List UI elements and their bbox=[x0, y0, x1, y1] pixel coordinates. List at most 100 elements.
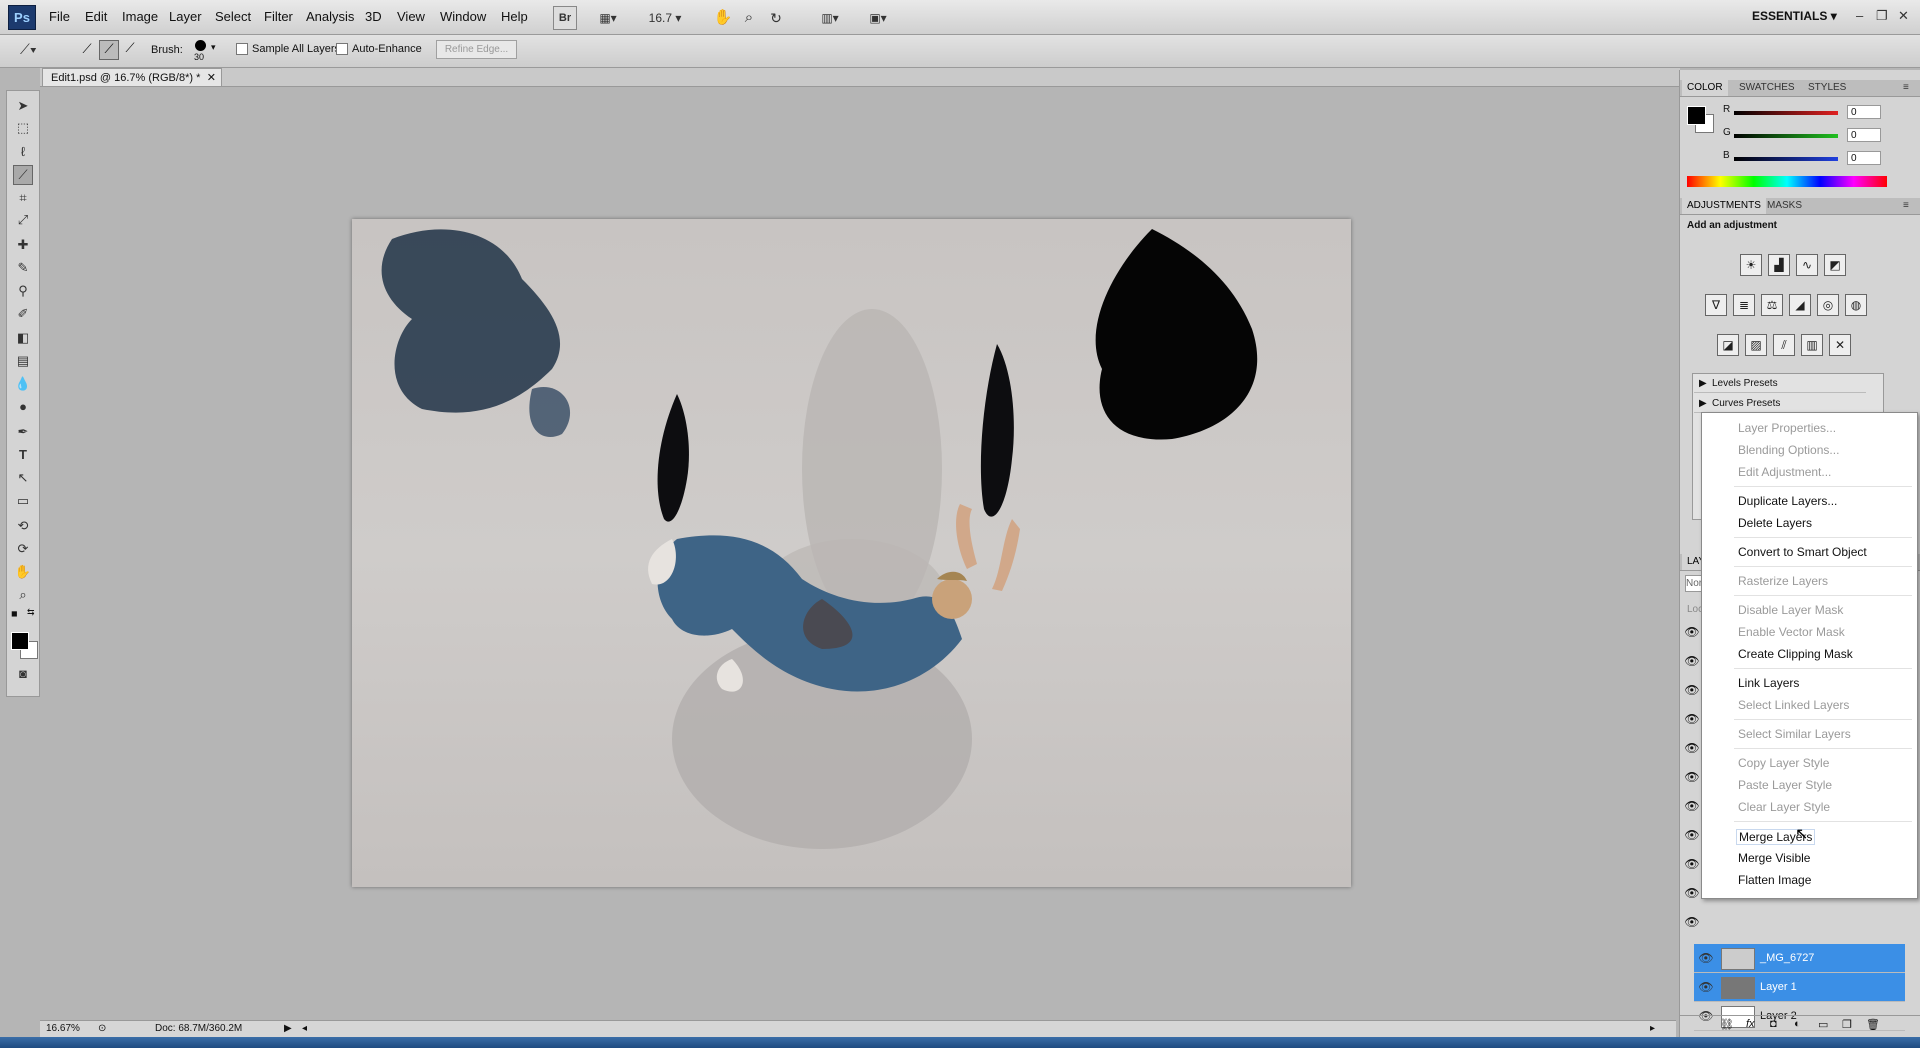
fx-icon[interactable]: fx bbox=[1746, 1018, 1755, 1030]
menu-layer[interactable]: Layer bbox=[169, 9, 202, 24]
new-selection-button[interactable]: ⟋ bbox=[77, 40, 97, 60]
tab-swatches[interactable]: SWATCHES bbox=[1734, 80, 1800, 96]
curves-presets-row[interactable]: ▶ Curves Presets bbox=[1694, 394, 1866, 413]
3d-orbit-icon[interactable]: ⟳ bbox=[14, 540, 32, 558]
color-foreground-swatch[interactable] bbox=[1687, 106, 1706, 125]
gradient-tool-icon[interactable]: ▤ bbox=[14, 352, 32, 370]
levels-presets-row[interactable]: ▶ Levels Presets bbox=[1694, 374, 1866, 393]
menu-analysis[interactable]: Analysis bbox=[306, 9, 354, 24]
eyedropper-tool-icon[interactable]: ⤢ bbox=[14, 211, 32, 229]
brush-tool-icon[interactable]: ✎ bbox=[14, 259, 32, 277]
levels-icon[interactable]: ▟ bbox=[1768, 254, 1790, 276]
subtract-selection-button[interactable]: ⟋ bbox=[121, 40, 139, 58]
restore-icon[interactable]: ❐ bbox=[1876, 8, 1888, 24]
hand-tool-icon[interactable]: ✋ bbox=[14, 563, 32, 581]
refine-edge-button[interactable]: Refine Edge... bbox=[436, 40, 517, 59]
posterize-icon[interactable]: ▨ bbox=[1745, 334, 1767, 356]
eye-icon[interactable]: 👁 bbox=[1682, 625, 1702, 639]
eraser-tool-icon[interactable]: ◧ bbox=[14, 329, 32, 347]
layer-row-layer-1[interactable]: 👁 Layer 1 bbox=[1694, 973, 1905, 1002]
eye-icon[interactable]: 👁 bbox=[1682, 828, 1702, 842]
menu-view[interactable]: View bbox=[397, 9, 425, 24]
panel-menu-icon[interactable]: ≡ bbox=[1898, 198, 1914, 214]
type-tool-icon[interactable]: T bbox=[14, 446, 32, 464]
zoom-level-dropdown[interactable]: 16.7 ▾ bbox=[640, 6, 690, 30]
quick-mask-icon[interactable]: ◙ bbox=[14, 665, 32, 683]
panel-menu-icon[interactable]: ≡ bbox=[1898, 80, 1914, 96]
eye-icon[interactable]: 👁 bbox=[1682, 770, 1702, 784]
tab-color[interactable]: COLOR bbox=[1682, 80, 1728, 96]
move-tool-icon[interactable]: ➤ bbox=[14, 97, 32, 115]
menu-item-create-clipping-mask[interactable]: Create Clipping Mask bbox=[1738, 647, 1853, 661]
workspace-switcher[interactable]: ESSENTIALS ▾ bbox=[1752, 9, 1837, 23]
menu-3d[interactable]: 3D bbox=[365, 9, 382, 24]
invert-icon[interactable]: ◪ bbox=[1717, 334, 1739, 356]
menu-window[interactable]: Window bbox=[440, 9, 486, 24]
vibrance-icon[interactable]: ∇ bbox=[1705, 294, 1727, 316]
menu-help[interactable]: Help bbox=[501, 9, 528, 24]
document-canvas[interactable] bbox=[352, 219, 1351, 887]
dodge-tool-icon[interactable]: ● bbox=[14, 398, 32, 416]
menu-item-delete-layers[interactable]: Delete Layers bbox=[1738, 516, 1812, 530]
healing-brush-icon[interactable]: ✚ bbox=[14, 236, 32, 254]
eye-icon[interactable]: 👁 bbox=[1682, 799, 1702, 813]
tab-styles[interactable]: STYLES bbox=[1803, 80, 1851, 96]
menu-select[interactable]: Select bbox=[215, 9, 251, 24]
auto-enhance-checkbox[interactable]: Auto-Enhance bbox=[336, 43, 422, 56]
menu-file[interactable]: File bbox=[49, 9, 70, 24]
blue-slider[interactable] bbox=[1734, 157, 1838, 161]
menu-image[interactable]: Image bbox=[122, 9, 158, 24]
eye-icon[interactable]: 👁 bbox=[1682, 683, 1702, 697]
marquee-tool-icon[interactable]: ⬚ bbox=[14, 119, 32, 137]
eye-icon[interactable]: 👁 bbox=[1682, 712, 1702, 726]
hand-tool-button[interactable]: ✋ bbox=[712, 6, 734, 30]
color-balance-icon[interactable]: ⚖ bbox=[1761, 294, 1783, 316]
zoom-tool-icon[interactable]: ⌕ bbox=[14, 586, 32, 604]
threshold-icon[interactable]: ⫽ bbox=[1773, 334, 1795, 356]
view-extras-button[interactable]: ▦▾ bbox=[589, 6, 627, 30]
close-tab-icon[interactable]: ✕ bbox=[207, 69, 216, 87]
menu-edit[interactable]: Edit bbox=[85, 9, 107, 24]
brush-picker[interactable]: 30 ▾ bbox=[191, 38, 217, 64]
eye-icon[interactable]: 👁 bbox=[1682, 741, 1702, 755]
lasso-tool-icon[interactable]: ℓ bbox=[14, 143, 32, 161]
scroll-right-icon[interactable]: ▸ bbox=[1650, 1021, 1655, 1037]
screen-mode-button[interactable]: ▣▾ bbox=[860, 6, 896, 30]
new-adjustment-icon[interactable]: ◐ bbox=[1794, 1018, 1801, 1030]
selective-color-icon[interactable]: ✕ bbox=[1829, 334, 1851, 356]
new-layer-icon[interactable]: ❐ bbox=[1842, 1018, 1852, 1031]
menu-filter[interactable]: Filter bbox=[264, 9, 293, 24]
red-value-input[interactable]: 0 bbox=[1847, 105, 1881, 119]
menu-item-merge-visible[interactable]: Merge Visible bbox=[1738, 851, 1810, 865]
close-icon[interactable]: ✕ bbox=[1898, 8, 1909, 24]
hue-saturation-icon[interactable]: ≣ bbox=[1733, 294, 1755, 316]
blue-value-input[interactable]: 0 bbox=[1847, 151, 1881, 165]
eye-icon[interactable]: 👁 bbox=[1682, 654, 1702, 668]
menu-item-link-layers[interactable]: Link Layers bbox=[1738, 676, 1799, 690]
rotate-view-button[interactable]: ↻ bbox=[765, 6, 787, 30]
eye-icon[interactable]: 👁 bbox=[1682, 915, 1702, 929]
menu-item-flatten-image[interactable]: Flatten Image bbox=[1738, 873, 1811, 887]
add-to-selection-button[interactable]: ⟋ bbox=[99, 40, 119, 60]
minimize-icon[interactable]: – bbox=[1856, 8, 1863, 23]
tab-adjustments[interactable]: ADJUSTMENTS bbox=[1682, 198, 1766, 214]
link-layers-icon[interactable]: ⛓ bbox=[1720, 1018, 1734, 1031]
green-slider[interactable] bbox=[1734, 134, 1838, 138]
add-mask-icon[interactable]: ◘ bbox=[1770, 1018, 1777, 1030]
menu-item-convert-smart-object[interactable]: Convert to Smart Object bbox=[1738, 545, 1867, 559]
foreground-color-swatch[interactable] bbox=[11, 632, 29, 650]
eye-icon[interactable]: 👁 bbox=[1682, 886, 1702, 900]
photo-filter-icon[interactable]: ◎ bbox=[1817, 294, 1839, 316]
brightness-contrast-icon[interactable]: ☀ bbox=[1740, 254, 1762, 276]
status-menu-arrow-icon[interactable]: ▶ bbox=[284, 1021, 292, 1037]
gradient-map-icon[interactable]: ▥ bbox=[1801, 334, 1823, 356]
channel-mixer-icon[interactable]: ◍ bbox=[1845, 294, 1867, 316]
zoom-tool-button[interactable]: ⌕ bbox=[738, 6, 760, 30]
quick-selection-tool-icon[interactable]: ⟋ bbox=[13, 165, 33, 185]
delete-layer-icon[interactable]: 🗑 bbox=[1866, 1018, 1880, 1031]
scroll-left-icon[interactable]: ◂ bbox=[302, 1021, 307, 1037]
eye-icon[interactable]: 👁 bbox=[1696, 944, 1716, 972]
3d-rotate-icon[interactable]: ⟲ bbox=[14, 517, 32, 535]
pen-tool-icon[interactable]: ✒ bbox=[14, 423, 32, 441]
status-options-icon[interactable]: ⊙ bbox=[98, 1021, 106, 1037]
